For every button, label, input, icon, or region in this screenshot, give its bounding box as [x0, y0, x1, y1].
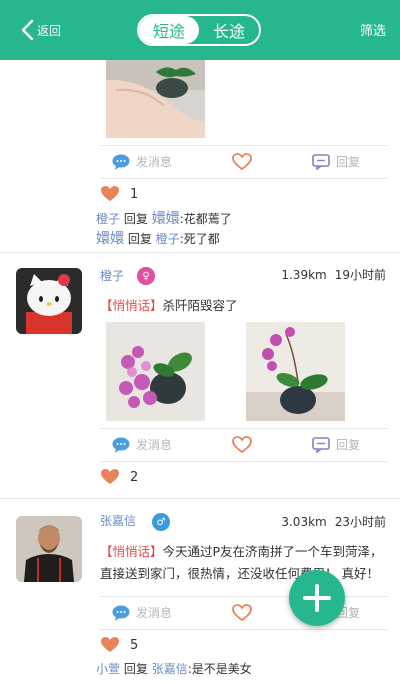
top-bar: 返回 短途 长途 筛选	[0, 0, 400, 60]
heart-outline-icon	[232, 436, 252, 454]
send-message-button[interactable]: 发消息	[112, 436, 172, 453]
like-summary: 2	[100, 468, 138, 486]
username[interactable]: 橙子	[100, 267, 124, 284]
post-divider	[0, 252, 400, 253]
post-divider	[0, 498, 400, 499]
avatar[interactable]	[16, 268, 82, 334]
post-photo[interactable]	[106, 60, 205, 138]
orchid-photo-image	[246, 322, 345, 421]
distance: 1.39km	[281, 268, 327, 282]
chat-bubble-icon	[112, 154, 130, 170]
comment-target[interactable]: 嬛嬛	[152, 211, 180, 227]
heart-outline-icon	[232, 604, 252, 622]
like-count: 1	[130, 186, 139, 202]
reply-label: 回复	[336, 438, 361, 452]
username[interactable]: 张嘉信	[100, 512, 136, 529]
heart-filled-icon	[101, 469, 119, 484]
trip-type-switch: 短途 长途	[137, 14, 261, 46]
post-actions: 发消息 回复	[100, 145, 388, 179]
post-actions: 发消息 回复	[100, 428, 388, 462]
tab-long-trip[interactable]: 长途	[199, 16, 259, 44]
filter-button[interactable]: 筛选	[360, 20, 386, 39]
basketball-player-avatar-image	[16, 516, 82, 582]
post-text: 【悄悄话】杀阡陌毁容了	[100, 295, 385, 317]
reply-label: 回复	[336, 155, 361, 169]
distance: 3.03km	[281, 515, 327, 529]
send-message-label: 发消息	[136, 606, 173, 620]
send-message-label: 发消息	[136, 438, 173, 452]
whisper-tag: 【悄悄话】	[100, 544, 163, 559]
comment-text: :是不是美女	[187, 662, 252, 676]
comment-line[interactable]: 嬛嬛 回复 橙子:死了都	[96, 228, 220, 248]
like-button[interactable]	[232, 436, 258, 454]
hand-with-plant-image	[106, 60, 205, 138]
avatar[interactable]	[16, 516, 82, 582]
back-label: 返回	[37, 23, 62, 38]
reply-button[interactable]: 回复	[312, 436, 360, 453]
comment-verb: 回复	[123, 662, 148, 676]
back-button[interactable]: 返回	[20, 16, 61, 44]
post-meta: 1.39km 19小时前	[281, 266, 386, 283]
gender-male-badge: ♂	[152, 513, 170, 531]
comment-icon	[312, 153, 330, 170]
send-message-button[interactable]: 发消息	[112, 153, 172, 170]
chevron-left-icon	[21, 19, 34, 41]
post-body: 杀阡陌毁容了	[162, 298, 238, 313]
plus-icon	[303, 584, 331, 612]
like-button[interactable]	[232, 604, 258, 622]
post-time: 19小时前	[334, 268, 386, 282]
like-summary: 1	[100, 185, 138, 203]
add-post-button[interactable]	[289, 570, 345, 626]
post-meta: 3.03km 23小时前	[281, 513, 386, 530]
like-button[interactable]	[232, 153, 258, 171]
orchid-photo-image	[106, 322, 205, 421]
tab-short-trip[interactable]: 短途	[139, 16, 199, 44]
heart-outline-icon	[232, 153, 252, 171]
comment-author[interactable]: 橙子	[96, 212, 120, 226]
chat-bubble-icon	[112, 437, 130, 453]
post-text: 【悄悄话】今天通过P友在济南拼了一个车到菏泽，直接送到家门，很热情，还没收任何费…	[100, 541, 385, 585]
comment-line[interactable]: 小萱 回复 张嘉信:是不是美女	[96, 660, 252, 677]
hello-kitty-avatar-image	[16, 268, 82, 334]
send-message-label: 发消息	[136, 155, 173, 169]
comment-target[interactable]: 张嘉信	[152, 662, 188, 676]
gender-female-badge: ♀	[137, 267, 155, 285]
like-count: 2	[130, 469, 139, 485]
comment-icon	[312, 436, 330, 453]
post-photo[interactable]	[246, 322, 345, 421]
chat-bubble-icon	[112, 605, 130, 621]
comment-line[interactable]: 橙子 回复 嬛嬛:花都蔫了	[96, 208, 232, 228]
comment-author[interactable]: 嬛嬛	[96, 231, 124, 247]
whisper-tag: 【悄悄话】	[100, 298, 163, 313]
comment-author[interactable]: 小萱	[96, 662, 120, 676]
post-photo[interactable]	[106, 322, 205, 421]
comment-text: :花都蔫了	[179, 212, 232, 226]
comment-verb: 回复	[123, 212, 148, 226]
send-message-button[interactable]: 发消息	[112, 604, 172, 621]
comment-text: :死了都	[179, 232, 220, 246]
comment-target[interactable]: 橙子	[156, 232, 180, 246]
heart-filled-icon	[101, 637, 119, 652]
post-time: 23小时前	[334, 515, 386, 529]
reply-button[interactable]: 回复	[312, 153, 360, 170]
heart-filled-icon	[101, 186, 119, 201]
comment-verb: 回复	[127, 232, 152, 246]
like-count: 5	[130, 637, 139, 653]
like-summary: 5	[100, 636, 138, 654]
